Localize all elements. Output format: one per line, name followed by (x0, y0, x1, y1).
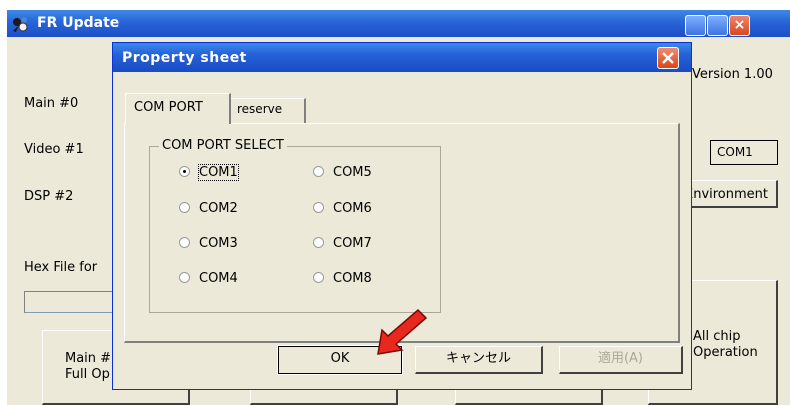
main-titlebar[interactable]: FR Update × (7, 10, 790, 37)
radio-label: COM7 (333, 236, 372, 251)
all-chip-line1: All chip (693, 329, 741, 344)
radio-icon (313, 202, 324, 213)
radio-label: COM5 (333, 165, 372, 180)
radio-label: COM6 (333, 201, 372, 216)
window-title: FR Update (37, 15, 120, 31)
radio-icon (313, 272, 324, 283)
radio-label: COM1 (198, 164, 239, 181)
radio-label: COM3 (199, 236, 238, 251)
dialog-title: Property sheet (122, 50, 247, 66)
dsp-label: DSP #2 (24, 189, 74, 204)
tab-reserve[interactable]: reserve (231, 98, 306, 123)
minimize-icon[interactable] (685, 15, 706, 36)
tab-com-port[interactable]: COM PORT (125, 93, 231, 124)
pointer-arrow-icon (377, 308, 428, 355)
maximize-icon[interactable] (707, 15, 728, 36)
radio-icon (179, 237, 190, 248)
radio-com6[interactable]: COM6 (313, 201, 372, 219)
radio-icon (179, 272, 190, 283)
radio-com7[interactable]: COM7 (313, 236, 372, 254)
group-title: COM PORT SELECT (159, 138, 287, 153)
cancel-button[interactable]: キャンセル (415, 346, 543, 374)
dialog-titlebar[interactable]: Property sheet (113, 43, 691, 72)
radio-label: COM4 (199, 271, 238, 286)
hex-file-label: Hex File for (24, 260, 98, 275)
version-label: Version 1.00 (692, 67, 773, 82)
main-full-line2: Full Op (65, 367, 110, 382)
apply-button[interactable]: 適用(A) (559, 346, 683, 374)
radio-com4[interactable]: COM4 (179, 271, 238, 289)
radio-label: COM2 (199, 201, 238, 216)
radio-icon (179, 202, 190, 213)
radio-icon (179, 166, 190, 177)
radio-com3[interactable]: COM3 (179, 236, 238, 254)
main-full-line1: Main # (65, 351, 112, 366)
com-port-field: COM1 (710, 140, 778, 165)
app-icon (11, 14, 31, 34)
radio-com5[interactable]: COM5 (313, 165, 372, 183)
radio-icon (313, 237, 324, 248)
radio-label: COM8 (333, 271, 372, 286)
fr-update-window: FR Update × Version 1.00 Main #0 Video #… (0, 0, 790, 405)
radio-icon (313, 166, 324, 177)
close-icon[interactable] (657, 47, 679, 69)
close-icon[interactable]: × (729, 15, 750, 36)
main-label: Main #0 (24, 96, 79, 111)
video-label: Video #1 (24, 142, 84, 157)
all-chip-line2: Operation (693, 345, 758, 360)
radio-com2[interactable]: COM2 (179, 201, 238, 219)
radio-com1[interactable]: COM1 (179, 164, 239, 183)
radio-com8[interactable]: COM8 (313, 271, 372, 289)
